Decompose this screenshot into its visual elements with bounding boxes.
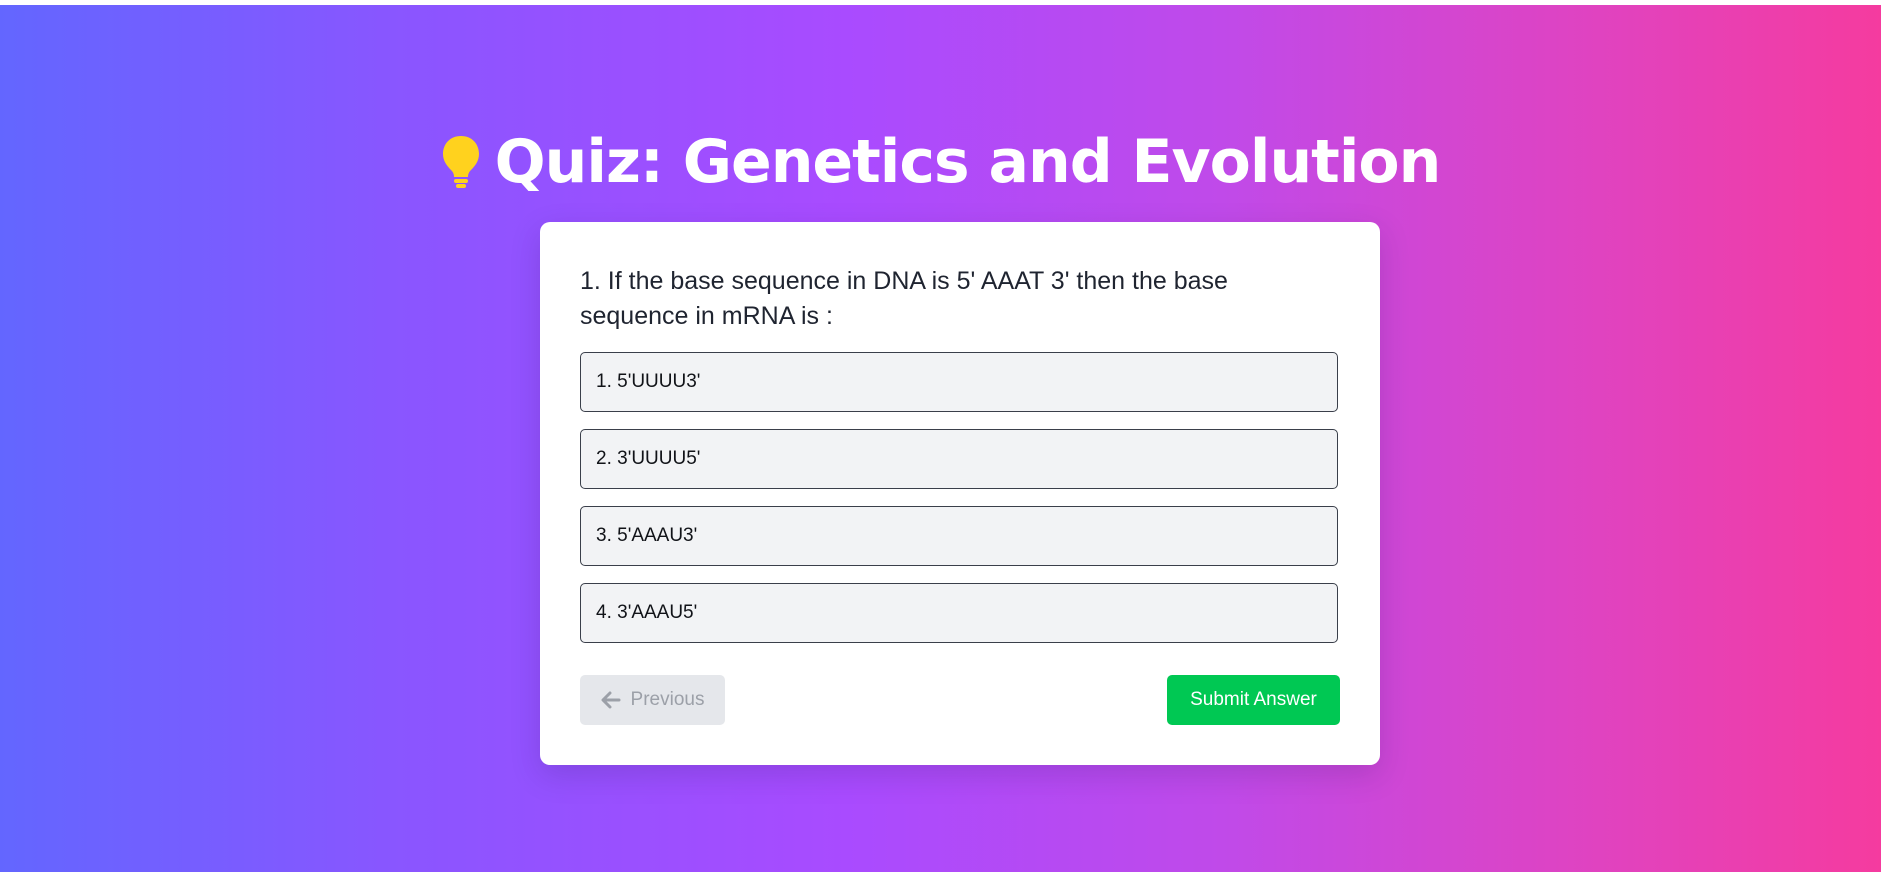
answer-option-1[interactable]: 1. 5'UUUU3'	[580, 352, 1338, 412]
previous-button[interactable]: Previous	[580, 675, 725, 725]
submit-button-label: Submit Answer	[1190, 689, 1317, 710]
lightbulb-icon	[442, 136, 479, 188]
previous-button-label: Previous	[630, 689, 705, 710]
page-title: Quiz: Genetics and Evolution	[494, 127, 1442, 197]
answer-option-2[interactable]: 2. 3'UUUU5'	[580, 429, 1338, 489]
question-text: 1. If the base sequence in DNA is 5' AAA…	[580, 267, 1228, 330]
arrow-left-icon	[601, 691, 621, 709]
answer-option-label: 4. 3'AAAU5'	[596, 602, 698, 623]
submit-answer-button[interactable]: Submit Answer	[1167, 675, 1340, 725]
answer-option-label: 1. 5'UUUU3'	[596, 371, 701, 392]
page-header: Quiz: Genetics and Evolution	[0, 122, 1881, 202]
answer-option-3[interactable]: 3. 5'AAAU3'	[580, 506, 1338, 566]
answer-option-label: 3. 5'AAAU3'	[596, 525, 698, 546]
answer-option-label: 2. 3'UUUU5'	[596, 448, 701, 469]
answer-option-4[interactable]: 4. 3'AAAU5'	[580, 583, 1338, 643]
quiz-card: 1. If the base sequence in DNA is 5' AAA…	[540, 222, 1380, 765]
